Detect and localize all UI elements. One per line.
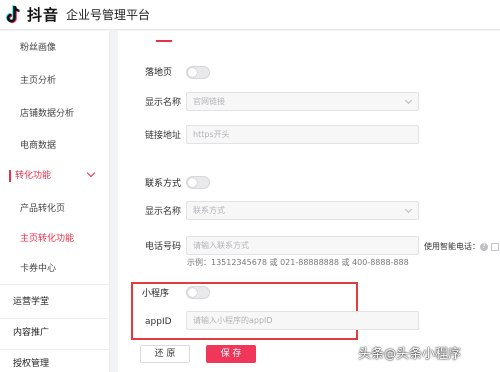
sidebar-item-store-data-analysis[interactable]: 店铺数据分析	[0, 103, 110, 125]
sidebar-item-homepage-analysis[interactable]: 主页分析	[0, 70, 110, 92]
douyin-logo-icon[interactable]	[5, 4, 23, 25]
watermark-prefix: 头条	[358, 347, 385, 362]
landing-display-name-select[interactable]: 官网链接	[186, 92, 419, 111]
sidebar-item-label: 店铺数据分析	[20, 109, 75, 119]
sidebar-item-homepage-conversion[interactable]: 主页转化功能	[0, 228, 110, 250]
contact-toggle[interactable]	[186, 176, 210, 189]
sidebar-item-authorization-management[interactable]: 授权管理	[0, 353, 110, 372]
source-watermark: 头条@头条小程序	[358, 343, 461, 362]
save-button[interactable]: 保 存	[206, 345, 256, 363]
landing-display-name-label: 显示名称	[145, 98, 182, 108]
toggle-knob	[188, 68, 197, 77]
main-panel: 落地页 显示名称 官网链接 链接地址 https开头 联系方式 显示名称 联系方…	[118, 31, 500, 372]
watermark-at: @	[384, 347, 397, 361]
input-placeholder: 请输入小程序的appID	[193, 316, 273, 325]
smart-phone-checkbox[interactable]	[491, 243, 499, 251]
sidebar-item-coupon-center[interactable]: 卡券中心	[0, 258, 110, 280]
sidebar-divider	[0, 318, 110, 319]
appid-input[interactable]: 请输入小程序的appID	[186, 311, 419, 330]
reset-button[interactable]: 还 原	[140, 345, 190, 363]
input-placeholder: https开头	[193, 130, 230, 139]
sidebar: 粉丝画像 主页分析 店铺数据分析 电商数据 转化功能 产品转化页 主页转化功能 …	[0, 31, 110, 372]
sidebar-item-product-conversion-page[interactable]: 产品转化页	[0, 198, 110, 220]
sidebar-item-operations-school[interactable]: 运营学堂	[0, 291, 110, 313]
chevron-down-icon	[404, 205, 413, 214]
app-subtitle: 企业号管理平台	[66, 8, 151, 22]
sidebar-divider	[0, 349, 110, 350]
sidebar-item-fan-portrait[interactable]: 粉丝画像	[0, 37, 110, 59]
sidebar-item-label: 主页转化功能	[20, 234, 75, 244]
sidebar-item-label: 主页分析	[20, 76, 57, 86]
toggle-knob	[188, 288, 197, 297]
app-logo-text[interactable]: 抖音	[27, 4, 59, 25]
sidebar-item-label: 卡券中心	[20, 264, 57, 274]
sidebar-item-label: 运营学堂	[13, 297, 50, 307]
phone-number-input[interactable]: 请输入联系方式	[186, 236, 419, 255]
contact-label: 联系方式	[145, 179, 182, 189]
contact-display-name-select[interactable]: 联系方式	[186, 201, 419, 220]
sidebar-item-ecommerce-data[interactable]: 电商数据	[0, 135, 110, 157]
phone-number-label: 电话号码	[145, 242, 182, 252]
sidebar-item-label: 粉丝画像	[20, 43, 57, 53]
active-indicator	[9, 170, 11, 182]
select-placeholder: 官网链接	[193, 97, 225, 106]
landing-link-label: 链接地址	[145, 131, 182, 141]
chevron-down-icon	[86, 168, 96, 178]
appid-label: appID	[145, 317, 172, 327]
help-icon[interactable]: ?	[480, 243, 488, 251]
contact-display-name-label: 显示名称	[145, 207, 182, 217]
sidebar-item-content-promotion[interactable]: 内容推广	[0, 322, 110, 344]
sidebar-item-label: 电商数据	[20, 141, 57, 151]
top-bar: 抖音 企业号管理平台	[0, 0, 500, 30]
smart-phone-label: 使用智能电话：	[424, 242, 480, 251]
sidebar-item-label: 内容推广	[13, 328, 50, 338]
chevron-down-icon	[404, 96, 413, 105]
sidebar-item-label: 授权管理	[13, 359, 50, 369]
input-placeholder: 请输入联系方式	[193, 241, 249, 250]
active-tab-indicator	[156, 40, 172, 42]
landing-page-label: 落地页	[145, 68, 173, 78]
select-placeholder: 联系方式	[193, 206, 225, 215]
sidebar-item-label: 产品转化页	[20, 204, 66, 214]
watermark-name: 头条小程序	[396, 347, 462, 362]
sidebar-item-label: 转化功能	[15, 171, 52, 181]
sidebar-item-conversion-functions[interactable]: 转化功能	[0, 165, 110, 187]
mini-program-label: 小程序	[142, 289, 170, 299]
mini-program-toggle[interactable]	[186, 286, 210, 299]
landing-page-toggle[interactable]	[186, 66, 210, 79]
toggle-knob	[188, 178, 197, 187]
phone-example-hint: 示例：13512345678 或 021-88888888 或 400-8888…	[187, 258, 409, 267]
sidebar-divider	[0, 284, 110, 285]
landing-link-input[interactable]: https开头	[186, 125, 419, 144]
